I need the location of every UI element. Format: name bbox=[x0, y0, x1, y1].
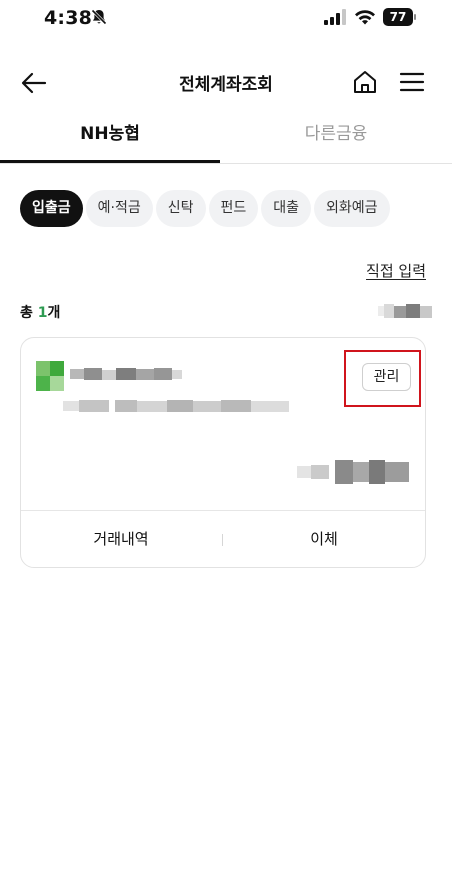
redacted-account-name bbox=[70, 368, 182, 380]
bell-muted-icon bbox=[91, 9, 107, 25]
institution-tabs: NH농협 다른금융 bbox=[0, 112, 452, 164]
account-count: 총 1개 bbox=[20, 305, 61, 321]
bank-logo-icon bbox=[36, 361, 64, 391]
redacted-total-balance bbox=[378, 304, 432, 318]
status-bar: 4:38 77 bbox=[0, 0, 452, 40]
filter-loan[interactable]: 대출 bbox=[261, 190, 312, 227]
direct-input-link[interactable]: 직접 입력 bbox=[366, 260, 426, 281]
action-divider bbox=[222, 534, 223, 546]
filter-fund[interactable]: 펀드 bbox=[208, 190, 259, 227]
hamburger-menu-icon[interactable] bbox=[398, 70, 426, 94]
filter-trust[interactable]: 신탁 bbox=[155, 190, 206, 227]
status-time: 4:38 bbox=[44, 7, 93, 29]
redacted-balance bbox=[297, 460, 409, 484]
redacted-account-number bbox=[63, 400, 289, 412]
app-header: 전체계좌조회 bbox=[0, 56, 452, 110]
filter-deposit-withdrawal[interactable]: 입출금 bbox=[20, 190, 83, 227]
signal-icon bbox=[324, 9, 346, 25]
wifi-icon bbox=[355, 10, 375, 25]
tab-other-finance[interactable]: 다른금융 bbox=[226, 112, 446, 163]
tab-nh[interactable]: NH농협 bbox=[0, 112, 220, 163]
transfer-button[interactable]: 이체 bbox=[224, 511, 424, 568]
home-icon[interactable] bbox=[351, 68, 379, 96]
battery-icon: 77 bbox=[383, 8, 416, 26]
filter-savings[interactable]: 예·적금 bbox=[85, 190, 153, 227]
battery-level: 77 bbox=[383, 8, 413, 26]
highlight-box bbox=[344, 350, 421, 407]
filter-foreign-currency[interactable]: 외화예금 bbox=[314, 190, 390, 227]
transaction-history-button[interactable]: 거래내역 bbox=[21, 511, 221, 568]
account-type-filters: 입출금 예·적금 신탁 펀드 대출 외화예금 bbox=[20, 190, 393, 227]
account-count-number: 1 bbox=[37, 305, 48, 321]
page-title: 전체계좌조회 bbox=[179, 75, 273, 95]
